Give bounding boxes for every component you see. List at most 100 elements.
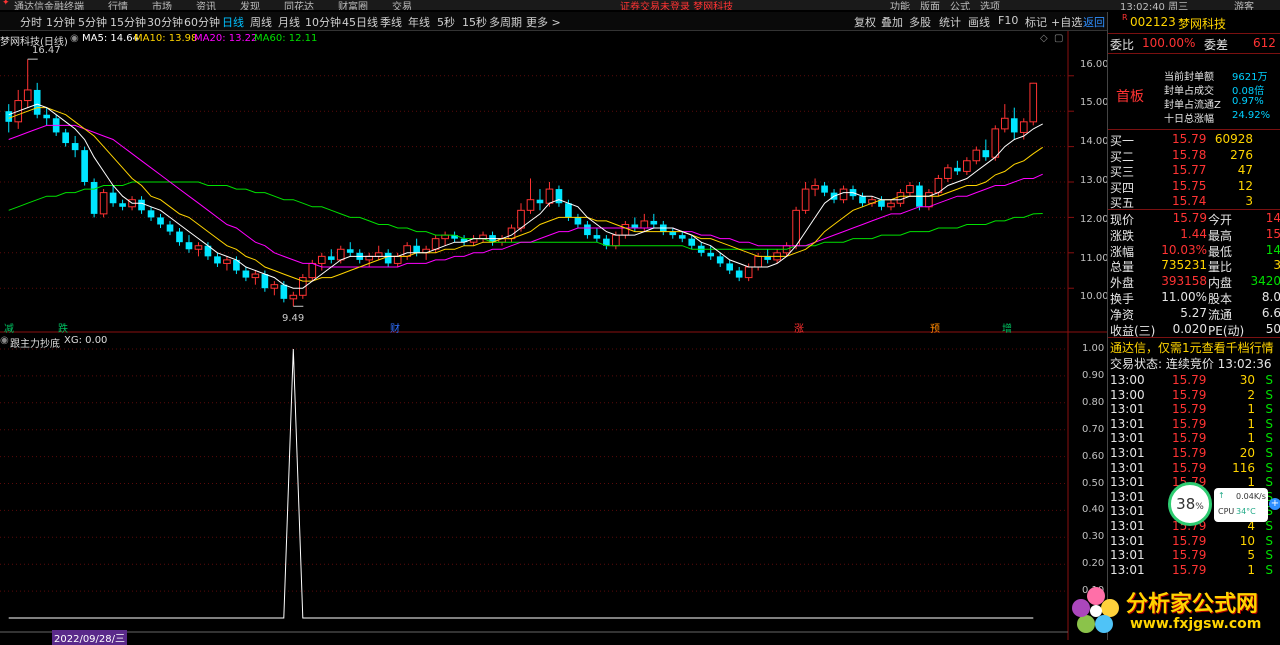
candle-body [261, 274, 269, 289]
plus-icon[interactable]: + [1269, 498, 1280, 510]
candle-body [336, 248, 345, 261]
period-tab[interactable]: 多周期 [489, 14, 522, 30]
period-tab[interactable]: 分时 [20, 14, 42, 30]
login-notice[interactable]: 证券交易未登录 梦网科技 [620, 0, 733, 10]
candle-body [223, 259, 231, 264]
menu-item-formula[interactable]: 公式 [950, 0, 970, 10]
candle-body [147, 210, 155, 218]
tool-add-watchlist[interactable]: +自选 [1051, 14, 1082, 30]
tool-fuquan[interactable]: 复权 [854, 14, 876, 30]
candle-body [90, 182, 98, 214]
period-tab[interactable]: 30分钟 [147, 14, 183, 30]
period-tab-daily[interactable]: 日线 [222, 14, 244, 30]
candle-body [157, 217, 164, 225]
menu-item-wealth[interactable]: 财富圈 [338, 0, 368, 10]
menu-item-tonghuada[interactable]: 同花达 [284, 0, 314, 10]
candle-body [1029, 82, 1038, 123]
period-tab[interactable]: 月线 [278, 14, 300, 30]
candle-body [792, 209, 800, 247]
period-tab[interactable]: 60分钟 [184, 14, 220, 30]
y-tick: 15.00 [1080, 97, 1109, 108]
cpu-percent-gauge[interactable]: 38% [1168, 482, 1212, 526]
candle-body [754, 255, 762, 268]
candle-body [726, 263, 734, 271]
indicator-chart[interactable] [0, 333, 1107, 640]
period-tab[interactable]: 5秒 [437, 14, 455, 30]
bid-row: 买二 15.78 276 [1110, 147, 1253, 164]
quote-panel: R 002123 梦网科技 委比 100.00% 委差 612 首板 当前封单额… [1107, 12, 1280, 640]
restore-icon[interactable]: ▢ [1054, 33, 1063, 44]
period-tab[interactable]: 年线 [408, 14, 430, 30]
menu-item-discover[interactable]: 发现 [240, 0, 260, 10]
menu-item-layout[interactable]: 版面 [920, 0, 940, 10]
ma5-line [8, 103, 1043, 289]
diamond-icon[interactable]: ◇ [1040, 33, 1048, 44]
tool-multi-stock[interactable]: 多股 [909, 14, 931, 30]
candle-body [138, 199, 145, 211]
candle-body [109, 192, 117, 204]
indicator-y-tick: 0.60 [1082, 450, 1105, 462]
date-cursor-label: 2022/09/28/三 [52, 630, 128, 645]
trade-status: 交易状态: 连续竞价 13:02:36 [1110, 357, 1272, 371]
candle-body [801, 188, 810, 211]
candle-body [925, 192, 933, 208]
candle-body [413, 245, 420, 253]
weibi-row: 委比 100.00% 委差 612 [1110, 36, 1276, 52]
candle-body [384, 252, 392, 264]
tool-mark[interactable]: 标记 [1025, 14, 1047, 30]
kline-chart[interactable] [0, 31, 1107, 333]
more-periods-dropdown[interactable]: 更多 > [526, 14, 561, 30]
period-tab[interactable]: 5分钟 [78, 14, 107, 30]
menu-item-options[interactable]: 选项 [980, 0, 1000, 10]
menu-item-function[interactable]: 功能 [890, 0, 910, 10]
candle-body [242, 270, 250, 278]
tool-f10[interactable]: F10 [998, 14, 1018, 27]
candle-body [584, 224, 591, 236]
back-button[interactable]: 返回 [1083, 14, 1105, 30]
candle-body [317, 255, 326, 264]
y-tick: 12.00 [1080, 214, 1109, 225]
candle-body [640, 220, 649, 229]
watermark-logo: 分析家公式网 www.fxjgsw.com [1068, 582, 1280, 640]
candle-body [176, 231, 183, 243]
period-tab[interactable]: 45日线 [342, 14, 378, 30]
period-tab[interactable]: 15秒 [462, 14, 487, 30]
y-tick: 11.00 [1080, 253, 1109, 264]
menu-item-trade[interactable]: 交易 [392, 0, 412, 10]
tool-overlay[interactable]: 叠加 [881, 14, 903, 30]
stat-row: 净资 5.27 流通 6.6 [1110, 305, 1280, 322]
top-menu-bar: ✦ 通达信金融终端 行情 市场 资讯 发现 同花达 财富圈 交易 证券交易未登录… [0, 0, 1280, 10]
tool-statistics[interactable]: 统计 [939, 14, 961, 30]
app-logo-icon: ✦ [2, 0, 10, 8]
indicator-settings-icon[interactable]: ◉ [0, 335, 9, 346]
menu-item-news[interactable]: 资讯 [196, 0, 216, 10]
settings-icon[interactable]: ◉ [70, 33, 79, 44]
period-tab[interactable]: 1分钟 [46, 14, 75, 30]
y-tick: 10.00 [1080, 291, 1109, 302]
bid-row: 买四 15.75 12 [1110, 178, 1253, 195]
candle-body [896, 192, 905, 204]
candle-body [374, 252, 383, 257]
candle-body [526, 199, 535, 211]
period-tab[interactable]: 15分钟 [110, 14, 146, 30]
period-tab[interactable]: 季线 [380, 14, 402, 30]
cpu-monitor-widget[interactable]: 38% ↑ 0.04K/s CPU 34°C + [1168, 480, 1280, 530]
indicator-panel[interactable]: ◉ 跟主力抄底 XG: 0.00 1.00 0.90 0.80 0.70 0.60 0.5… [0, 333, 1107, 645]
menu-item-market[interactable]: 市场 [152, 0, 172, 10]
candle-body [565, 203, 572, 218]
user-label[interactable]: 游客 [1234, 0, 1254, 10]
indicator-y-tick: 1.00 [1082, 343, 1105, 354]
tick-row: 13:0115.791S [1110, 416, 1273, 431]
ma10-line [8, 107, 1043, 282]
app-title: 通达信金融终端 [14, 2, 84, 10]
tool-draw-line[interactable]: 画线 [968, 14, 990, 30]
indicator-y-tick: 0.40 [1082, 504, 1105, 516]
y-tick: 16.00 [1080, 59, 1109, 70]
period-tab[interactable]: 周线 [250, 14, 272, 30]
tick-row: 13:0115.791S [1110, 431, 1273, 446]
ad-banner[interactable]: 通达信，仅需1元查看千档行情 [1108, 339, 1280, 355]
candle-body [346, 249, 354, 253]
menu-item-quotes[interactable]: 行情 [108, 0, 128, 10]
kline-panel[interactable]: 梦网科技(日线) ◉ MA5: 14.64 MA10: 13.98 MA20: … [0, 31, 1109, 335]
period-tab[interactable]: 10分钟 [305, 14, 341, 30]
